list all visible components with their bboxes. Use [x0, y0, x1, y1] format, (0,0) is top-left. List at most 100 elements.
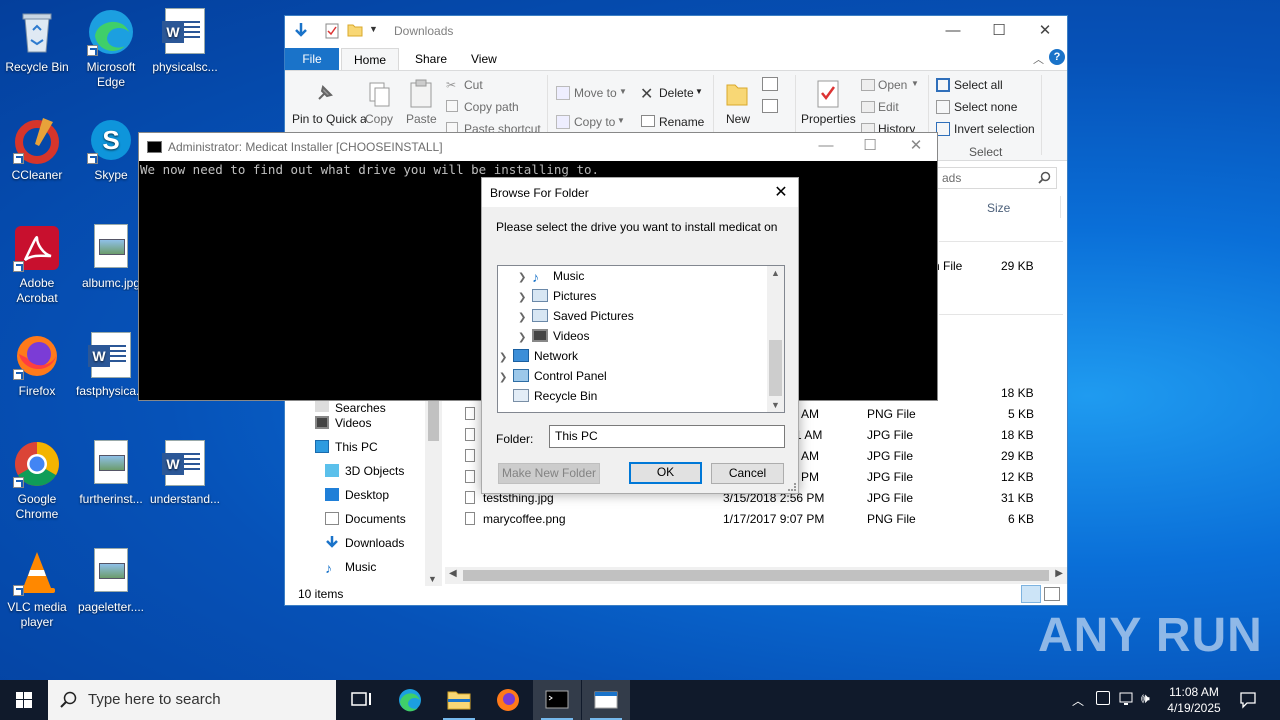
- taskbar-search-box[interactable]: Type here to search: [48, 680, 336, 720]
- minimize-button[interactable]: —: [803, 133, 849, 161]
- chevron-right-icon[interactable]: ❯: [518, 268, 532, 288]
- folder-tree[interactable]: ❯ ♪ Music ❯ Pictures ❯ Saved Pictures ❯ Video…: [497, 265, 785, 413]
- desktop-icon-vlc[interactable]: VLC media player: [0, 548, 74, 630]
- nav-item-documents[interactable]: Documents: [325, 509, 406, 529]
- close-button[interactable]: ✕: [764, 178, 798, 207]
- chevron-down-icon[interactable]: ▼: [369, 24, 378, 34]
- details-view-icon[interactable]: [1021, 585, 1041, 603]
- delete-button[interactable]: Delete: [659, 86, 694, 100]
- meet-now-icon[interactable]: [1096, 691, 1110, 705]
- resize-grip-icon[interactable]: [788, 483, 796, 491]
- chevron-right-icon[interactable]: ❯: [518, 288, 532, 308]
- tree-item-pictures[interactable]: ❯ Pictures: [518, 286, 596, 306]
- start-button[interactable]: [0, 680, 48, 720]
- tree-scrollbar[interactable]: ▲ ▼: [767, 266, 784, 412]
- desktop-icon-albumc[interactable]: albumc.jpg: [74, 224, 148, 291]
- invert-selection-button[interactable]: Invert selection: [954, 122, 1035, 136]
- scroll-up-arrow-icon[interactable]: ▲: [767, 268, 784, 278]
- network-icon[interactable]: [1119, 691, 1135, 720]
- collapse-ribbon-icon[interactable]: ︿: [1033, 51, 1044, 67]
- chevron-right-icon[interactable]: ❯: [518, 308, 532, 328]
- horizontal-scrollbar-thumb[interactable]: [463, 570, 1049, 581]
- copy-to-button[interactable]: Copy to: [574, 115, 615, 129]
- tree-item-music[interactable]: ❯ ♪ Music: [518, 266, 584, 286]
- large-icons-view-icon[interactable]: [1044, 587, 1060, 601]
- tab-view[interactable]: View: [459, 48, 509, 70]
- chevron-right-icon[interactable]: ❯: [499, 348, 513, 368]
- nav-scrollbar-thumb[interactable]: [428, 396, 439, 441]
- console-titlebar[interactable]: Administrator: Medicat Installer [CHOOSE…: [139, 133, 937, 161]
- paste-button[interactable]: Paste: [406, 112, 437, 126]
- taskbar-console[interactable]: [533, 680, 581, 720]
- scroll-left-arrow-icon[interactable]: ◀: [449, 568, 457, 579]
- new-folder-button[interactable]: New folder: [722, 112, 754, 127]
- tab-home[interactable]: Home: [341, 48, 400, 70]
- chevron-right-icon[interactable]: ❯: [518, 328, 532, 348]
- new-folder-icon[interactable]: [347, 23, 363, 40]
- chevron-right-icon[interactable]: ❯: [499, 368, 513, 388]
- cut-button[interactable]: Cut: [464, 78, 483, 92]
- tab-share[interactable]: Share: [403, 48, 459, 70]
- volume-icon[interactable]: 🕪: [1141, 690, 1150, 720]
- scroll-down-arrow-icon[interactable]: ▼: [767, 400, 784, 410]
- tree-item-videos[interactable]: ❯ Videos: [518, 326, 589, 346]
- desktop-icon-edge[interactable]: Microsoft Edge: [74, 8, 148, 90]
- copy-button[interactable]: Copy: [365, 112, 393, 126]
- notifications-icon[interactable]: [1239, 691, 1257, 720]
- nav-item-downloads[interactable]: Downloads: [325, 533, 404, 553]
- taskbar-firefox[interactable]: [484, 680, 532, 720]
- close-button[interactable]: ✕: [1022, 16, 1068, 46]
- nav-item-this-pc[interactable]: This PC: [315, 437, 378, 457]
- cancel-button[interactable]: Cancel: [711, 463, 784, 484]
- desktop-icon-physicalsc[interactable]: W physicalsc...: [148, 8, 222, 75]
- properties-check-icon[interactable]: [325, 23, 339, 42]
- nav-scrollbar[interactable]: ▼: [425, 396, 442, 586]
- tree-item-saved-pictures[interactable]: ❯ Saved Pictures: [518, 306, 634, 326]
- move-to-button[interactable]: Move to: [574, 86, 617, 100]
- desktop-icon-furtherinst[interactable]: furtherinst...: [74, 440, 148, 507]
- browse-for-folder-dialog[interactable]: Browse For Folder ✕ Please select the dr…: [481, 177, 799, 494]
- help-icon[interactable]: ?: [1049, 49, 1065, 65]
- edit-button[interactable]: Edit: [878, 100, 899, 114]
- folder-field[interactable]: This PC: [549, 425, 785, 448]
- search-input[interactable]: ads: [937, 167, 1057, 189]
- properties-button[interactable]: Properties: [801, 112, 856, 126]
- desktop-icon-understand[interactable]: W understand...: [148, 440, 222, 507]
- maximize-button[interactable]: ☐: [976, 16, 1022, 46]
- desktop-icon-skype[interactable]: S Skype: [74, 116, 148, 183]
- nav-item-music[interactable]: ♪ Music: [325, 557, 376, 577]
- select-none-button[interactable]: Select none: [954, 100, 1017, 114]
- taskbar-edge[interactable]: [386, 680, 434, 720]
- taskbar-file-explorer[interactable]: [435, 680, 483, 720]
- close-button[interactable]: ✕: [893, 133, 939, 161]
- desktop-icon-recycle-bin[interactable]: Recycle Bin: [0, 8, 74, 75]
- nav-item-videos[interactable]: Videos: [315, 413, 371, 433]
- tree-item-recycle-bin[interactable]: Recycle Bin: [499, 386, 597, 406]
- taskbar-browse-dialog[interactable]: [582, 680, 630, 720]
- show-hidden-icons-chevron-up-icon[interactable]: ︿: [1072, 692, 1084, 720]
- tree-item-network[interactable]: ❯ Network: [499, 346, 578, 366]
- ok-button[interactable]: OK: [629, 462, 702, 484]
- copy-path-button[interactable]: Copy path: [464, 100, 519, 114]
- desktop-icon-firefox[interactable]: Firefox: [0, 332, 74, 399]
- tab-file[interactable]: File: [285, 48, 339, 70]
- quick-access-down-icon[interactable]: [293, 22, 309, 41]
- desktop-icon-fastphysica[interactable]: W fastphysica...: [74, 332, 148, 399]
- maximize-button[interactable]: ☐: [847, 133, 893, 161]
- system-clock[interactable]: 11:08 AM 4/19/2025: [1158, 684, 1230, 716]
- desktop-icon-pageletter[interactable]: pageletter....: [74, 548, 148, 615]
- file-row[interactable]: marycoffee.png 1/17/2017 9:07 PM PNG File 6…: [463, 509, 1063, 529]
- make-new-folder-button[interactable]: Make New Folder: [498, 463, 600, 484]
- column-header-size[interactable]: Size: [987, 201, 1010, 215]
- dialog-titlebar[interactable]: Browse For Folder ✕: [482, 178, 798, 207]
- horizontal-scrollbar[interactable]: ◀ ▶: [445, 567, 1067, 584]
- desktop-icon-adobe-acrobat[interactable]: Adobe Acrobat: [0, 224, 74, 306]
- nav-item-3d-objects[interactable]: 3D Objects: [325, 461, 404, 481]
- scroll-right-arrow-icon[interactable]: ▶: [1055, 568, 1063, 579]
- explorer-titlebar[interactable]: ▼ Downloads — ☐ ✕: [285, 16, 1067, 46]
- minimize-button[interactable]: —: [930, 16, 976, 46]
- tree-scrollbar-thumb[interactable]: [769, 340, 782, 396]
- pin-to-quick-access-button[interactable]: Pin to Quick access: [292, 112, 366, 128]
- task-view-button[interactable]: [336, 680, 384, 720]
- tree-item-control-panel[interactable]: ❯ Control Panel: [499, 366, 607, 386]
